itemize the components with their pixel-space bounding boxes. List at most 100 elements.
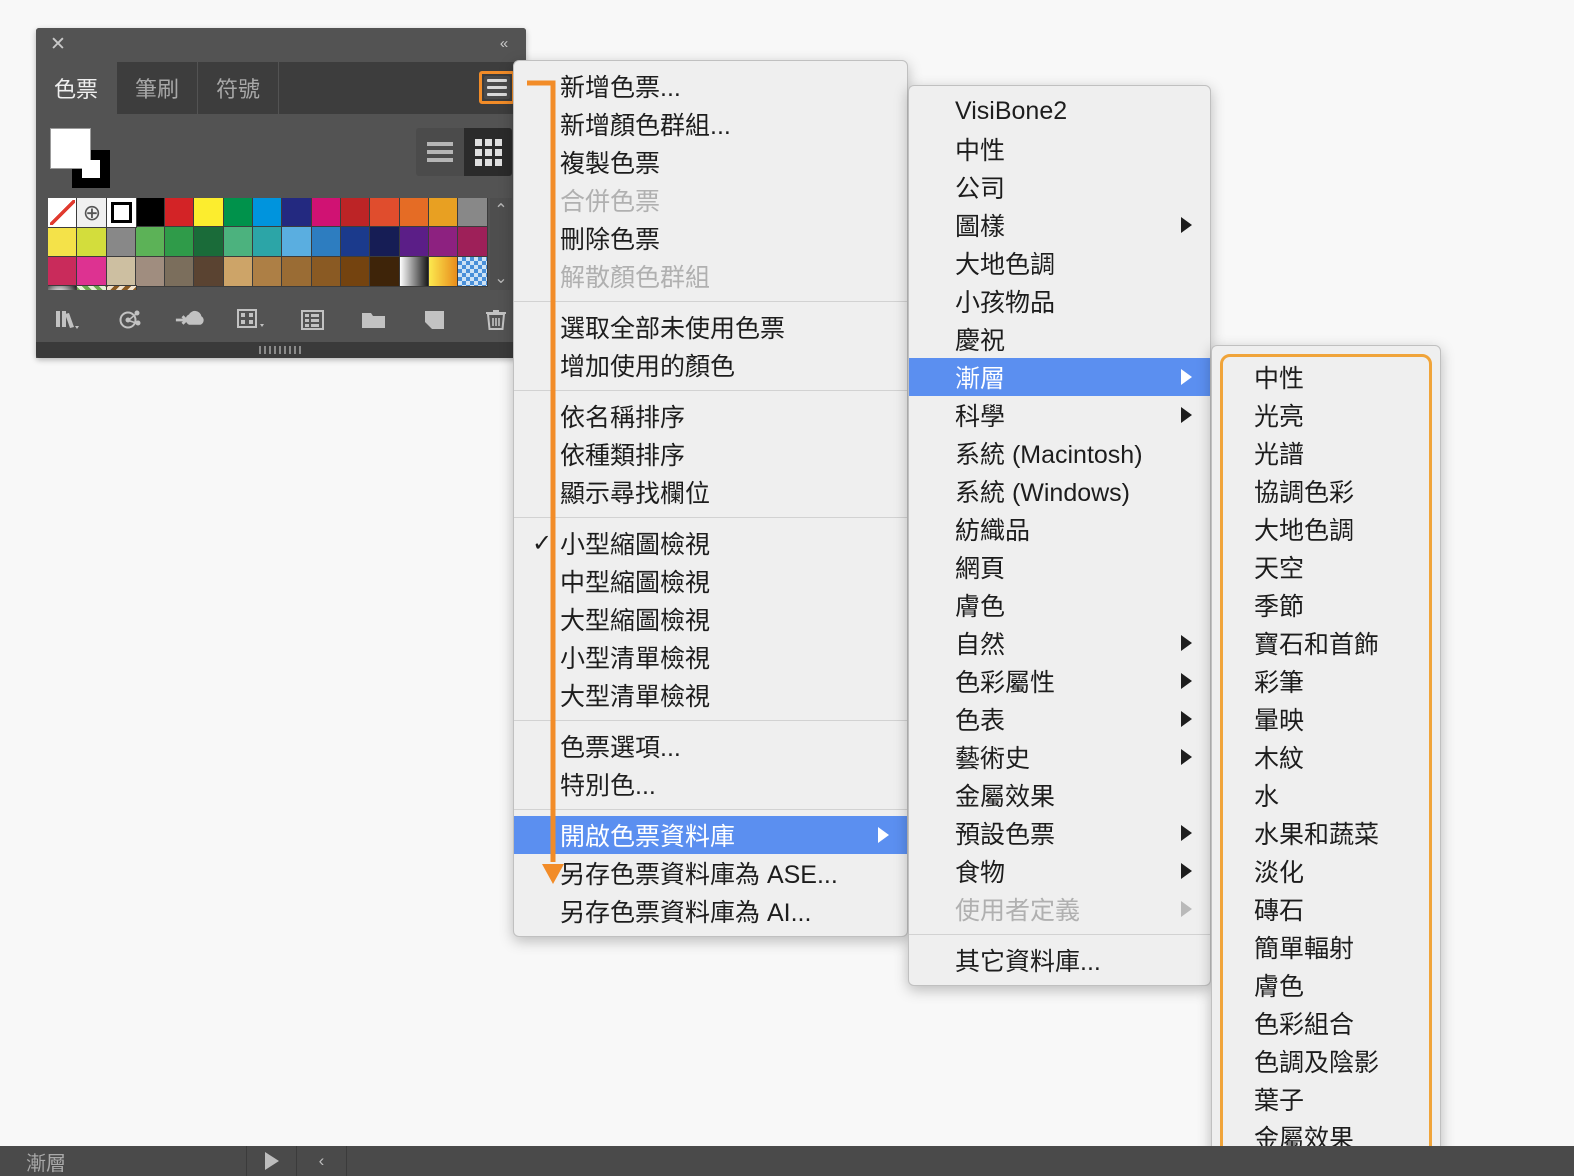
panel-menu-item[interactable]: 增加使用的顏色 <box>514 346 907 384</box>
gradient-menu-item[interactable]: 水果和蔬菜 <box>1212 814 1440 852</box>
swatch-color[interactable] <box>135 256 166 287</box>
swatch-color[interactable] <box>106 256 137 287</box>
swatch-registration[interactable] <box>76 198 108 228</box>
gradient-menu-item[interactable]: 光譜 <box>1212 434 1440 472</box>
swatch-gradient-yellow[interactable] <box>428 256 459 287</box>
swatch-scrollbar[interactable]: ⌃ ⌄ <box>490 198 512 290</box>
panel-menu-item[interactable]: 依種類排序 <box>514 435 907 473</box>
grid-view-icon[interactable] <box>464 128 512 176</box>
close-icon[interactable]: ✕ <box>48 35 68 55</box>
swatch-color[interactable] <box>164 226 195 258</box>
swatch-color[interactable] <box>281 226 313 258</box>
panel-menu-item[interactable]: 選取全部未使用色票 <box>514 308 907 346</box>
swatch-color[interactable] <box>281 198 313 228</box>
swatch-color[interactable] <box>252 226 283 258</box>
panel-menu-item[interactable]: 新增色票... <box>514 67 907 105</box>
gradients-submenu[interactable]: 中性 光亮 光譜 協調色彩 大地色調 天空 季節 寶石和首飾 彩筆 暈映 木紋水水果和蔬菜 淡化 磚石簡… <box>1211 345 1441 1169</box>
gradient-menu-item[interactable]: 光亮 <box>1212 396 1440 434</box>
panel-menu-item[interactable]: ✓ 小型縮圖檢視 <box>514 524 907 562</box>
gradient-menu-item[interactable]: 磚石 <box>1212 890 1440 928</box>
swatch-color[interactable] <box>340 256 371 287</box>
swatch-pattern-scroll[interactable] <box>106 285 137 290</box>
library-menu-item[interactable]: 膚色 <box>909 586 1210 624</box>
gradient-menu-item[interactable]: 天空 <box>1212 548 1440 586</box>
gradient-menu-item[interactable]: 彩筆 <box>1212 662 1440 700</box>
tab-symbols[interactable]: 符號 <box>198 62 280 114</box>
swatch-pattern-sphere[interactable] <box>48 285 78 290</box>
scroll-up-icon[interactable]: ⌃ <box>490 200 512 220</box>
play-triangle-icon[interactable] <box>247 1146 297 1176</box>
panel-menu-item[interactable]: 特別色... <box>514 765 907 803</box>
library-menu-item[interactable]: 系統 (Windows) <box>909 472 1210 510</box>
library-menu-item[interactable]: 自然 <box>909 624 1210 662</box>
swatch-color[interactable] <box>252 256 283 287</box>
gradient-menu-item[interactable]: 色調及陰影 <box>1212 1042 1440 1080</box>
gradient-menu-item[interactable]: 寶石和首飾 <box>1212 624 1440 662</box>
show-swatch-kinds-icon[interactable] <box>235 305 269 335</box>
gradient-menu-item[interactable]: 膚色 <box>1212 966 1440 1004</box>
swatch-color[interactable] <box>311 198 342 228</box>
gradient-menu-item[interactable]: 大地色調 <box>1212 510 1440 548</box>
library-menu-item[interactable]: 圖樣 <box>909 206 1210 244</box>
library-menu-item[interactable]: 大地色調 <box>909 244 1210 282</box>
swatch-color[interactable] <box>369 256 401 287</box>
library-menu-item[interactable]: VisiBone2 <box>909 92 1210 130</box>
panel-resize-gripper[interactable] <box>36 342 526 358</box>
swatch-color[interactable] <box>281 256 313 287</box>
panel-menu-button[interactable] <box>479 71 515 104</box>
swatch-color[interactable] <box>340 198 371 228</box>
collapse-panel-icon[interactable]: « <box>492 34 514 54</box>
panel-menu-item[interactable]: 大型清單檢視 <box>514 676 907 714</box>
swatch-color[interactable] <box>399 198 430 228</box>
swatch-color[interactable] <box>193 256 225 287</box>
library-menu-item[interactable]: 慶祝 <box>909 320 1210 358</box>
swatch-grid[interactable] <box>48 198 488 290</box>
list-view-icon[interactable] <box>416 128 464 176</box>
swatch-color[interactable] <box>428 198 459 228</box>
gradient-menu-item[interactable]: 暈映 <box>1212 700 1440 738</box>
swatch-color[interactable] <box>135 198 166 228</box>
swatch-color[interactable] <box>164 198 195 228</box>
library-menu-item[interactable]: 食物 <box>909 852 1210 890</box>
panel-menu-item[interactable]: 依名稱排序 <box>514 397 907 435</box>
library-menu-item[interactable]: 公司 <box>909 168 1210 206</box>
swatch-color[interactable] <box>369 198 401 228</box>
gradient-menu-item[interactable]: 色彩組合 <box>1212 1004 1440 1042</box>
panel-menu-item[interactable]: 新增顏色群組... <box>514 105 907 143</box>
swatch-color[interactable] <box>223 198 254 228</box>
new-color-group-icon[interactable] <box>357 305 391 335</box>
swatch-color[interactable] <box>340 226 371 258</box>
swatch-pattern-leaves[interactable] <box>76 285 108 290</box>
library-menu-item[interactable]: 科學 <box>909 396 1210 434</box>
gradient-menu-item[interactable]: 簡單輻射 <box>1212 928 1440 966</box>
swatch-color[interactable] <box>399 226 430 258</box>
swatch-none[interactable] <box>48 198 78 228</box>
swatch-color[interactable] <box>223 256 254 287</box>
swatch-color[interactable] <box>106 226 137 258</box>
library-menu-item[interactable]: 系統 (Macintosh) <box>909 434 1210 472</box>
library-menu-item[interactable]: 其它資料庫... <box>909 941 1210 979</box>
swatch-color[interactable] <box>252 198 283 228</box>
panel-menu-item[interactable]: 小型清單檢視 <box>514 638 907 676</box>
library-menu-item[interactable]: 金屬效果 <box>909 776 1210 814</box>
panel-menu-item[interactable]: 顯示尋找欄位 <box>514 473 907 511</box>
gradient-menu-item[interactable]: 淡化 <box>1212 852 1440 890</box>
panel-menu-item[interactable]: 大型縮圖檢視 <box>514 600 907 638</box>
swatch-color[interactable] <box>428 226 459 258</box>
chevron-left-icon[interactable]: ‹ <box>297 1146 347 1176</box>
swatch-libraries-icon[interactable] <box>52 305 86 335</box>
swatch-color[interactable] <box>135 226 166 258</box>
swatch-color[interactable] <box>369 226 401 258</box>
swatch-libraries-menu[interactable]: VisiBone2 中性 公司 圖樣 大地色調 小孩物品 慶祝 漸層 科學 系統 (Macinto… <box>908 85 1211 986</box>
tab-swatches[interactable]: 色票 <box>36 62 118 114</box>
statusbar-tab-gradient[interactable]: 漸層 <box>0 1146 247 1176</box>
scroll-down-icon[interactable]: ⌄ <box>490 268 512 288</box>
swatches-panel-menu[interactable]: 新增色票... 新增顏色群組... 複製色票 合併色票 刪除色票 解散顏色群組 選取全部未使… <box>513 60 908 937</box>
panel-menu-item[interactable]: 另存色票資料庫為 ASE... <box>514 854 907 892</box>
panel-menu-item[interactable]: 色票選項... <box>514 727 907 765</box>
panel-menu-item[interactable]: 複製色票 <box>514 143 907 181</box>
gradient-menu-item[interactable]: 季節 <box>1212 586 1440 624</box>
swatch-pattern-blue[interactable] <box>457 256 488 287</box>
library-menu-item[interactable]: 網頁 <box>909 548 1210 586</box>
swatch-color[interactable] <box>48 226 78 258</box>
